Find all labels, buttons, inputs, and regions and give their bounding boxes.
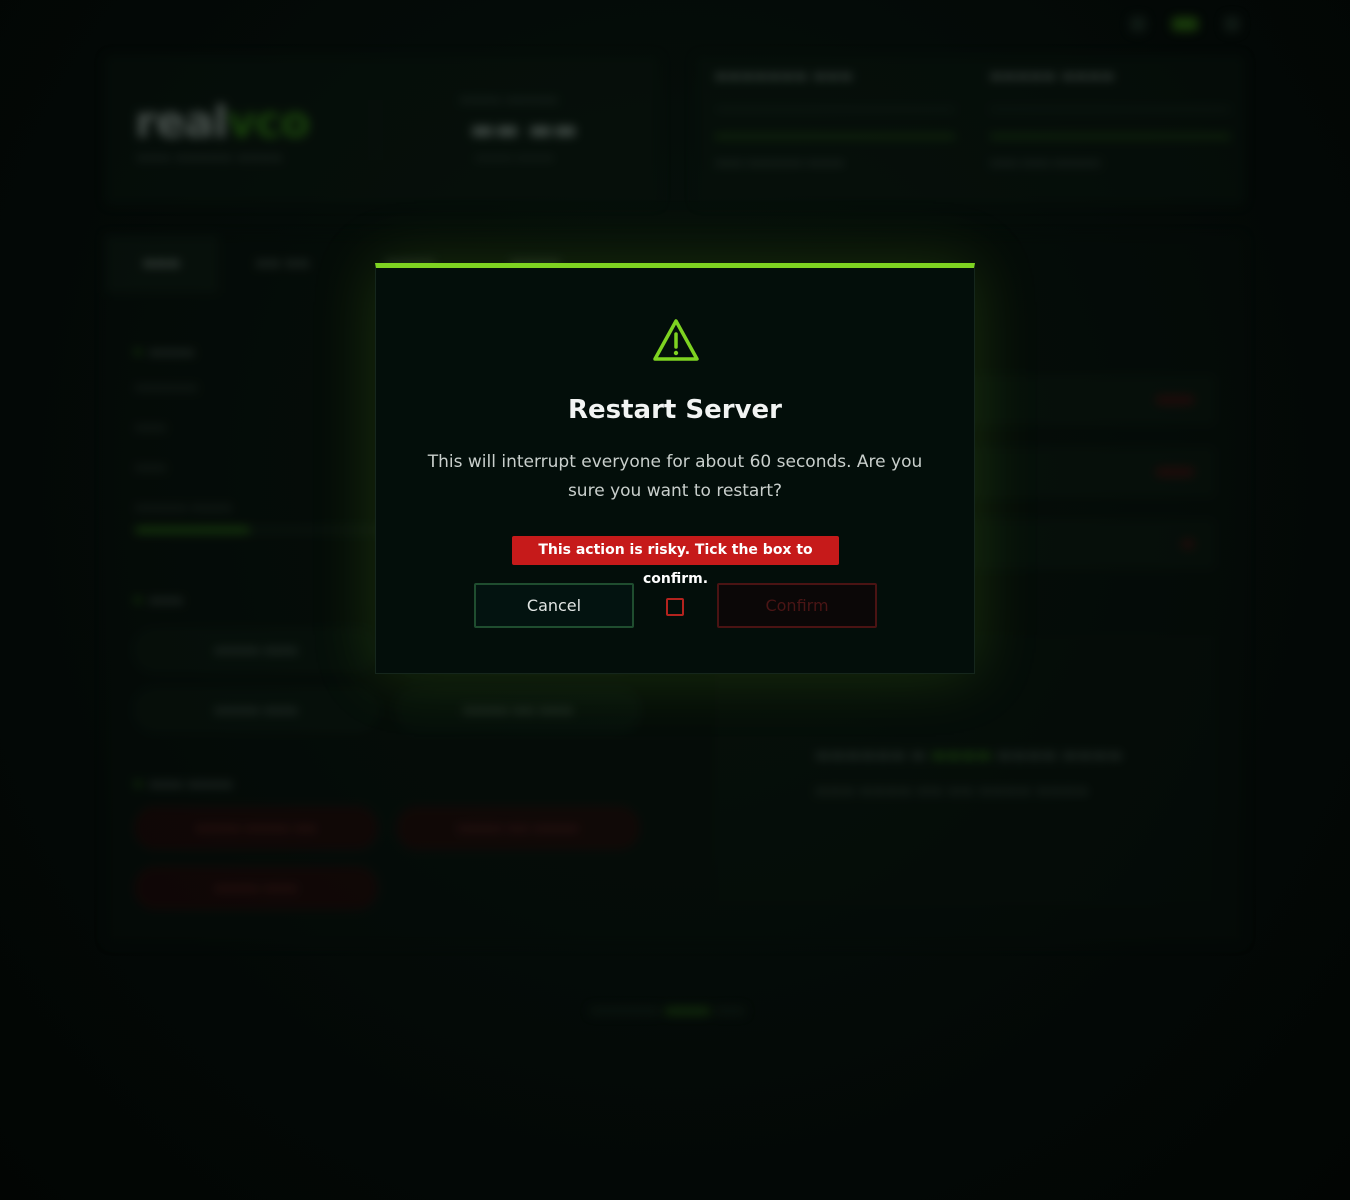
- welcome-box: ▬▬▬▬▬▬ ▬ ▬▬▬▬ ▬▬▬▬ ▬▬▬▬ ▬▬▬ ▬▬▬▬ ▬▬ ▬▬ ▬…: [715, 635, 1215, 905]
- stat-block: ▬▬▬▬▬▬▬ ▬▬▬ ▬▬▬ ▬▬▬▬▬▬ ▬▬▬▬: [715, 69, 955, 169]
- menu-icon: [1224, 16, 1240, 32]
- welcome-heading: ▬▬▬▬▬▬ ▬ ▬▬▬▬ ▬▬▬▬ ▬▬▬▬: [815, 745, 1123, 764]
- uptime-sub-placeholder: ▬▬▬▬ ▬▬▬▬: [475, 153, 554, 164]
- stat-block: ▬▬▬▬▬ ▬▬▬▬ ▬▬▬ ▬▬▬ ▬▬▬▬▬: [990, 69, 1230, 169]
- uptime-value-placeholder: ▬▬ ▬▬: [470, 115, 578, 145]
- danger-button[interactable]: ▬▬▬▬ ▬▬▬▬ ▬▬: [135, 807, 377, 849]
- uptime-label-placeholder: ▬▬▬▬ ▬▬▬▬▬: [460, 95, 559, 106]
- header-divider: [375, 100, 376, 160]
- stats-card: ▬▬▬▬▬▬▬ ▬▬▬ ▬▬▬ ▬▬▬▬▬▬ ▬▬▬▬ ▬▬▬▬▬ ▬▬▬▬ ▬…: [695, 55, 1245, 205]
- page: realvco ▬▬▬ ▬▬▬▬▬ ▬▬▬▬ ▬▬▬▬ ▬▬▬ ▬▬ ▬▬ ▬▬ …: [0, 0, 1350, 1200]
- confirm-button[interactable]: Confirm: [717, 583, 877, 628]
- logo: realvco: [135, 97, 310, 148]
- danger-button[interactable]: ▬▬▬▬ ▬▬ ▬▬▬▬: [397, 807, 639, 849]
- danger-button[interactable]: ▬▬▬▬ ▬▬▬: [135, 867, 377, 909]
- action-button[interactable]: ▬▬▬▬ ▬▬▬: [135, 689, 377, 731]
- help-icon: [1130, 16, 1146, 32]
- restart-server-dialog: Restart Server This will interrupt every…: [375, 263, 975, 674]
- footer: [590, 1000, 760, 1015]
- action-button[interactable]: ▬▬▬▬ ▬▬ ▬▬▬: [397, 689, 639, 731]
- warning-triangle-icon: [653, 319, 699, 361]
- tab[interactable]: ▬▬▬: [105, 235, 218, 293]
- user-badge-icon: [1172, 17, 1198, 31]
- dialog-message: This will interrupt everyone for about 6…: [427, 452, 923, 501]
- risk-warning-badge: This action is risky. Tick the box to co…: [512, 536, 839, 587]
- section-heading: ▬▬▬ ▬▬▬▬: [135, 777, 645, 791]
- confirm-checkbox[interactable]: [666, 598, 684, 616]
- welcome-subtext: ▬▬▬ ▬▬▬▬ ▬▬ ▬▬ ▬▬▬▬ ▬▬▬▬: [815, 783, 1089, 799]
- action-button[interactable]: ▬▬▬▬ ▬▬▬: [135, 629, 377, 671]
- header-card: realvco ▬▬▬ ▬▬▬▬▬ ▬▬▬▬ ▬▬▬▬ ▬▬▬▬▬ ▬▬ ▬▬ …: [105, 55, 660, 205]
- logo-subtitle-placeholder: ▬▬▬ ▬▬▬▬▬ ▬▬▬▬: [137, 151, 283, 164]
- dialog-title: Restart Server: [568, 395, 782, 425]
- tab[interactable]: ▬▬ ▬▬: [218, 235, 348, 293]
- topbar-icons: [1130, 16, 1240, 32]
- cancel-button[interactable]: Cancel: [474, 583, 634, 628]
